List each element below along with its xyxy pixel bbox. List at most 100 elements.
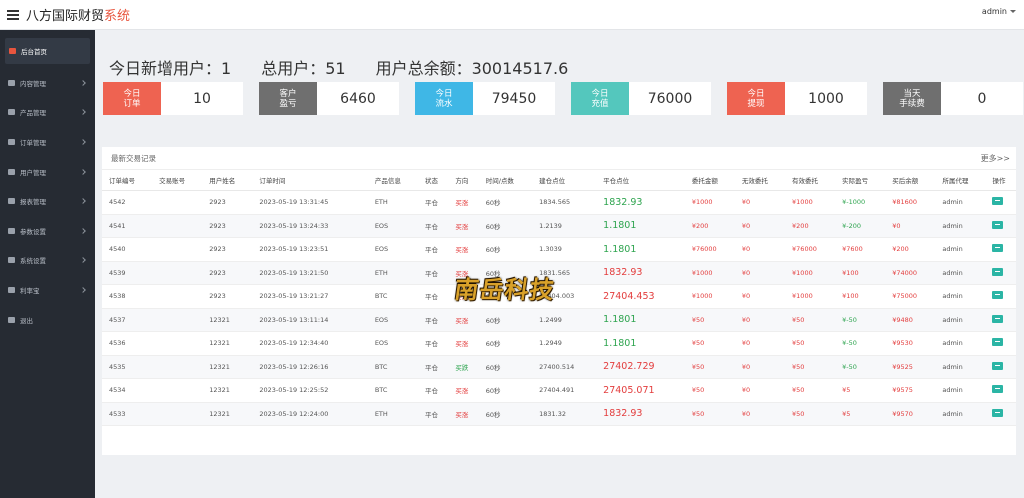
chevron-down-icon [1010,10,1016,13]
status-cell: 平仓 [417,214,449,238]
status-cell: 平仓 [417,308,449,332]
content-icon [8,79,15,86]
sidebar-item-0[interactable]: 后台首页 [5,38,90,64]
order-amount: ¥50 [684,402,735,426]
actions-cell [985,402,1016,426]
sidebar-item-4[interactable]: 用户管理 [0,157,95,187]
stat-card: 客户 盈亏 6460 [259,82,399,115]
actions-cell [985,284,1016,309]
close-price: 1.1801 [596,308,685,332]
trade-account [152,284,203,309]
order-time: 2023-05-19 12:26:16 [252,355,368,379]
status-cell: 平仓 [417,190,449,215]
sidebar-item-label: 产品管理 [20,109,46,118]
stat-label: 今日 订单 [103,82,161,115]
settings-icon [8,227,15,234]
pnl-cell: ¥5 [835,402,886,426]
close-price: 1832.93 [596,190,685,215]
actions-cell [985,237,1016,262]
column-header: 产品信息 [367,169,418,191]
column-header: 时间/点数 [478,169,533,191]
product-cell: EOS [367,237,418,262]
trade-account [152,402,203,426]
balance-cell: ¥9525 [885,355,936,379]
table-row: 4542 2923 2023-05-19 13:31:45 ETH 平仓 买涨 60秒 183… [102,190,1016,215]
user-name-cell: 12321 [202,378,253,403]
agent-cell: admin [935,237,986,262]
stat-value: 1000 [808,90,844,107]
edit-icon[interactable] [992,408,1004,417]
chevron-right-icon [80,198,86,205]
user-menu[interactable]: admin [982,7,1016,16]
stat-label-line: 今日 [591,88,609,99]
stat-label: 今日 提现 [727,82,785,115]
app-title-main: 八方国际财贸 [26,9,105,24]
stat-label-line: 今日 [435,88,453,99]
product-cell: EOS [367,308,418,332]
balance-cell: ¥9570 [885,402,936,426]
stat-label: 客户 盈亏 [259,82,317,115]
sidebar-item-1[interactable]: 内容管理 [0,68,95,98]
edit-icon[interactable] [992,291,1004,300]
column-header: 建仓点位 [532,169,597,191]
agent-cell: admin [935,190,986,215]
dashboard-icon [9,48,16,54]
edit-icon[interactable] [992,361,1004,370]
edit-icon[interactable] [992,385,1004,394]
invalid-amount: ¥0 [734,237,786,262]
balance-cell: ¥9530 [885,331,936,356]
agent-cell: admin [935,402,986,426]
valid-amount: ¥50 [785,331,836,356]
pnl-cell: ¥-50 [835,331,886,356]
sidebar-item-9[interactable]: 退出 [0,305,95,335]
menu-toggle-icon[interactable] [7,9,19,20]
direction-cell: 买涨 [448,331,479,356]
order-icon [8,138,15,145]
column-header: 平仓点位 [596,169,685,191]
order-amount: ¥1000 [684,261,735,285]
direction-cell: 买涨 [448,214,479,238]
order-amount: ¥50 [684,308,735,332]
edit-icon[interactable] [992,197,1004,206]
invalid-amount: ¥0 [734,402,786,426]
actions-cell [985,190,1016,215]
order-amount: ¥1000 [684,284,735,309]
sidebar-item-8[interactable]: 利率宝 [0,275,95,305]
user-icon [8,168,15,175]
sidebar-item-7[interactable]: 系统设置 [0,246,95,276]
user-name-cell: 12321 [202,402,253,426]
trade-account [152,214,203,238]
valid-amount: ¥50 [785,402,836,426]
sidebar-item-label: 参数设置 [20,227,46,236]
stat-label-line: 盈亏 [279,98,297,109]
sidebar-item-5[interactable]: 报表管理 [0,186,95,216]
edit-icon[interactable] [992,244,1004,253]
stat-label: 当天 手续费 [883,82,941,115]
period-cell: 60秒 [478,190,533,215]
sidebar-item-label: 报表管理 [20,198,46,207]
direction-cell: 买涨 [448,308,479,332]
stat-cards: 今日 订单 10 客户 盈亏 6460 今日 流水 79450 今日 充值 76000 今日 提现 1000… [103,82,1023,115]
sidebar-item-6[interactable]: 参数设置 [0,216,95,246]
sidebar-item-3[interactable]: 订单管理 [0,127,95,157]
user-name-cell: 12321 [202,308,253,332]
column-header: 实际盈亏 [835,169,886,191]
summary-line: 今日新增用户：1 总用户：51 用户总余额：30014517.6 [109,55,568,79]
period-cell: 60秒 [478,402,533,426]
more-link[interactable]: 更多>> [981,153,1010,164]
pnl-cell: ¥-50 [835,355,886,379]
order-time: 2023-05-19 13:21:50 [252,261,368,285]
valid-amount: ¥1000 [785,261,836,285]
edit-icon[interactable] [992,267,1004,276]
valid-amount: ¥76000 [785,237,836,262]
open-price: 1.2949 [532,331,597,356]
sidebar-item-2[interactable]: 产品管理 [0,98,95,128]
valid-amount: ¥200 [785,214,836,238]
sidebar-item-label: 利率宝 [20,286,40,295]
status-cell: 平仓 [417,378,449,403]
edit-icon[interactable] [992,338,1004,347]
edit-icon[interactable] [992,220,1004,229]
edit-icon[interactable] [992,314,1004,323]
order-amount: ¥50 [684,355,735,379]
agent-cell: admin [935,355,986,379]
